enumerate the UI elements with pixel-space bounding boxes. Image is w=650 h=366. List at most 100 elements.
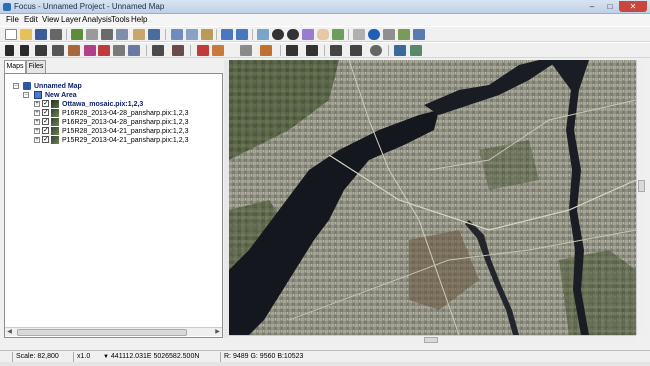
zoom-box-icon[interactable] <box>257 29 269 40</box>
table-icon[interactable] <box>383 29 395 40</box>
paste-icon[interactable] <box>133 29 145 40</box>
maximize-button[interactable]: □ <box>601 1 619 12</box>
layer-up-icon[interactable] <box>394 45 406 56</box>
cut-icon[interactable] <box>101 29 113 40</box>
area-icon <box>34 91 42 99</box>
menu-bar: File Edit View Layer Analysis Tools Help <box>0 14 650 26</box>
scroll-thumb[interactable] <box>17 329 187 336</box>
redo-icon[interactable] <box>236 29 248 40</box>
map-hscroll-thumb[interactable] <box>424 337 438 343</box>
refresh-icon[interactable] <box>332 29 344 40</box>
status-coordinates: 441112.031E 5026582.500N <box>110 353 200 360</box>
undo-icon[interactable] <box>221 29 233 40</box>
open-icon[interactable] <box>20 29 32 40</box>
pan-icon[interactable] <box>317 29 329 40</box>
raster-icon <box>51 109 59 117</box>
symbol-icon[interactable] <box>240 45 252 56</box>
layer-visibility-checkbox[interactable]: ✓ <box>42 118 49 125</box>
expand-layer-icon[interactable]: + <box>34 110 40 116</box>
gear-icon[interactable] <box>370 45 382 56</box>
print-icon[interactable] <box>50 29 62 40</box>
text-tool-icon[interactable] <box>52 45 64 56</box>
close-button[interactable]: ✕ <box>619 1 647 12</box>
menu-tools[interactable]: Tools <box>111 15 130 24</box>
expand-layer-icon[interactable]: + <box>34 137 40 143</box>
layer-visibility-checkbox[interactable]: ✓ <box>42 100 49 107</box>
tree-area-label[interactable]: New Area <box>45 91 77 100</box>
layer-stack-icon[interactable] <box>148 29 160 40</box>
grid-icon[interactable] <box>84 45 96 56</box>
properties-icon[interactable] <box>86 29 98 40</box>
highlight-icon[interactable] <box>260 45 272 56</box>
tree-horizontal-scrollbar[interactable]: ◀ ▶ <box>5 327 222 336</box>
layer-visibility-checkbox[interactable]: ✓ <box>42 127 49 134</box>
select-arrow-icon[interactable] <box>20 45 29 56</box>
zoom-in-icon[interactable] <box>272 29 284 40</box>
layer-visibility-checkbox[interactable]: ✓ <box>42 136 49 143</box>
status-scale: Scale: 82,800 <box>12 352 72 362</box>
scroll-right-icon[interactable]: ▶ <box>213 328 222 337</box>
histogram-icon[interactable] <box>398 29 410 40</box>
chart-icon[interactable] <box>413 29 425 40</box>
measure-icon[interactable] <box>128 45 140 56</box>
copy-icon-2[interactable] <box>186 29 198 40</box>
edit-vertex-icon[interactable] <box>113 45 125 56</box>
save-icon[interactable] <box>35 29 47 40</box>
menu-analysis[interactable]: Analysis <box>82 15 112 24</box>
font-icon[interactable] <box>306 45 318 56</box>
status-zoom: x1.0 <box>73 352 99 362</box>
tab-maps[interactable]: Maps <box>4 60 26 74</box>
tree-layer-row[interactable]: P16R28_2013-04-28_pansharp.pix:1,2,3 <box>62 109 189 118</box>
vertex-icon[interactable] <box>350 45 362 56</box>
status-coordinates-wrap: ▼ 441112.031E 5026582.500N <box>100 352 218 362</box>
menu-file[interactable]: File <box>6 15 19 24</box>
pencil-icon[interactable] <box>152 45 164 56</box>
collapse-area-icon[interactable]: − <box>23 92 29 98</box>
brush-icon[interactable] <box>212 45 224 56</box>
raster-icon <box>51 100 59 108</box>
select-icon[interactable] <box>353 29 365 40</box>
line-draw-icon[interactable] <box>35 45 47 56</box>
text-format-icon[interactable] <box>286 45 298 56</box>
menu-help[interactable]: Help <box>131 15 147 24</box>
raster-icon <box>51 118 59 126</box>
layer-down-icon[interactable] <box>410 45 422 56</box>
tree-layer-row[interactable]: P15R28_2013-04-21_pansharp.pix:1,2,3 <box>62 127 189 136</box>
expand-layer-icon[interactable]: + <box>34 128 40 134</box>
layer-visibility-checkbox[interactable]: ✓ <box>42 109 49 116</box>
tree-layer-row[interactable]: Ottawa_mosaic.pix:1,2,3 <box>62 100 143 109</box>
map-horizontal-scrollbar[interactable] <box>229 335 636 343</box>
map-vscroll-thumb[interactable] <box>638 180 645 192</box>
dropdown-icon[interactable]: ▼ <box>103 354 109 360</box>
copy-icon[interactable] <box>116 29 128 40</box>
map-vertical-scrollbar[interactable] <box>636 60 646 335</box>
zoom-extent-icon[interactable] <box>302 29 314 40</box>
scroll-left-icon[interactable]: ◀ <box>5 328 14 337</box>
pointer-icon[interactable] <box>5 45 14 56</box>
map-view[interactable] <box>229 60 636 335</box>
menu-view[interactable]: View <box>42 15 59 24</box>
info-icon[interactable] <box>368 29 380 40</box>
menu-layer[interactable]: Layer <box>61 15 81 24</box>
cut-icon-2[interactable] <box>171 29 183 40</box>
tree-layer-row[interactable]: P16R29_2013-04-28_pansharp.pix:1,2,3 <box>62 118 189 127</box>
tab-files[interactable]: Files <box>26 60 46 73</box>
menu-edit[interactable]: Edit <box>24 15 38 24</box>
layer-manager-icon[interactable] <box>71 29 83 40</box>
collapse-map-icon[interactable]: − <box>13 83 19 89</box>
new-icon[interactable] <box>5 29 17 40</box>
eraser-icon[interactable] <box>172 45 184 56</box>
fill-icon[interactable] <box>98 45 110 56</box>
expand-layer-icon[interactable]: + <box>34 101 40 107</box>
window-title: Focus - Unnamed Project - Unnamed Map <box>14 2 165 11</box>
maps-tree-panel: − Unnamed Map − New Area + ✓ Ottawa_mosa… <box>4 73 223 338</box>
minimize-button[interactable]: – <box>583 1 601 12</box>
zoom-out-icon[interactable] <box>287 29 299 40</box>
polygon-tool-icon[interactable] <box>68 45 80 56</box>
tree-layer-row[interactable]: P15R29_2013-04-21_pansharp.pix:1,2,3 <box>62 136 189 145</box>
bucket-icon[interactable] <box>197 45 209 56</box>
tree-map-label[interactable]: Unnamed Map <box>34 82 82 91</box>
node-icon[interactable] <box>330 45 342 56</box>
expand-layer-icon[interactable]: + <box>34 119 40 125</box>
paste-icon-2[interactable] <box>201 29 213 40</box>
